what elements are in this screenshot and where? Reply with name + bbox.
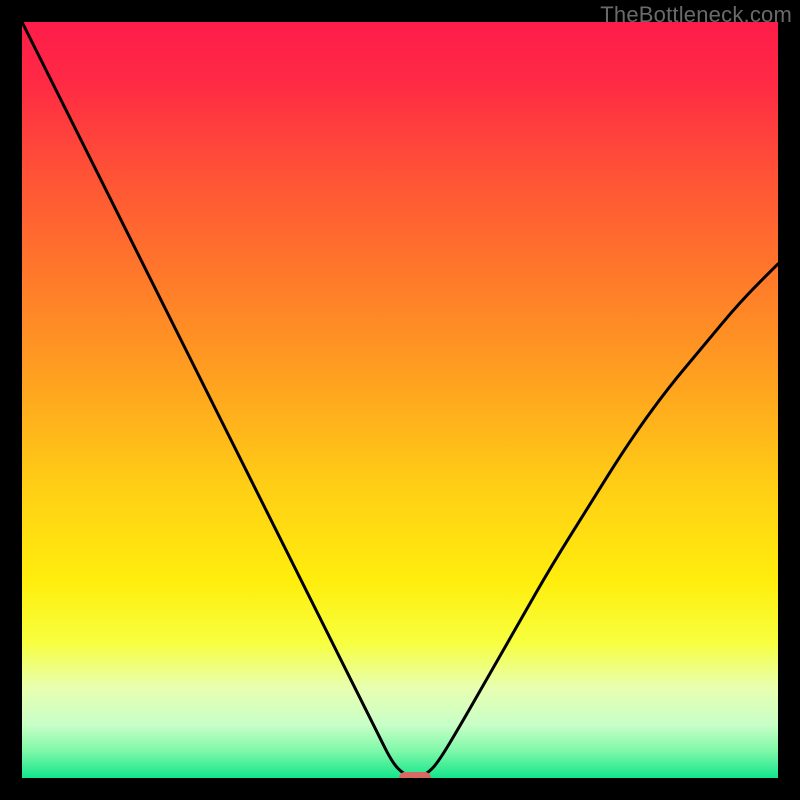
- valley-marker: [399, 772, 431, 778]
- gradient-background: [22, 22, 778, 778]
- watermark-text: TheBottleneck.com: [600, 2, 792, 28]
- chart-svg: [22, 22, 778, 778]
- plot-area: [22, 22, 778, 778]
- chart-frame: TheBottleneck.com: [0, 0, 800, 800]
